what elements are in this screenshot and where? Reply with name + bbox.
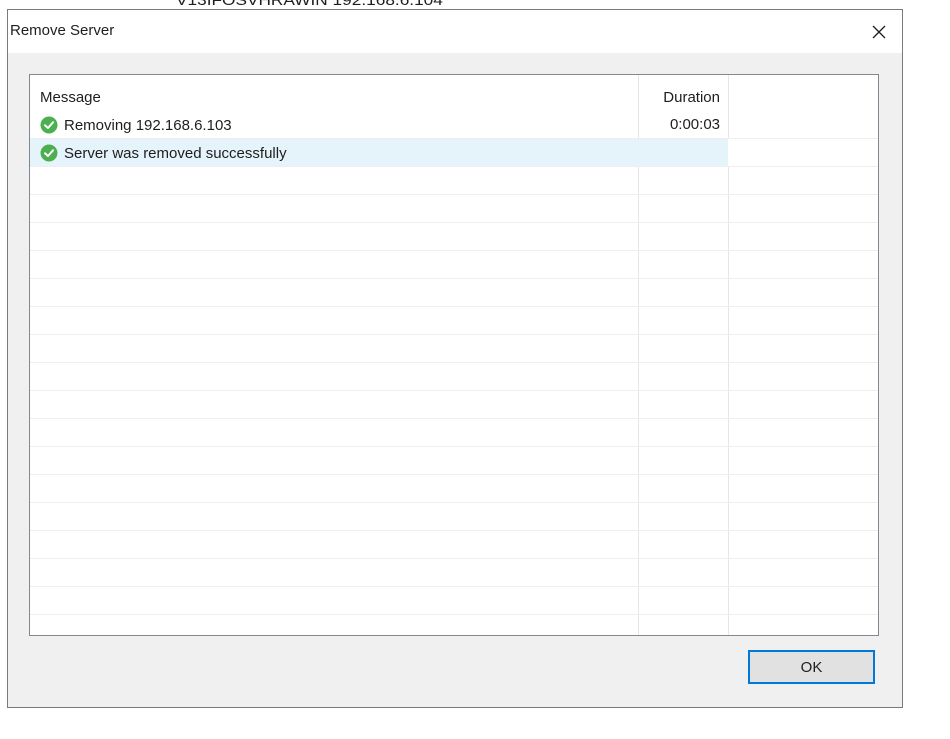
list-row[interactable]: Server was removed successfully (30, 139, 878, 167)
close-button[interactable] (856, 10, 902, 53)
empty-list-row (30, 531, 878, 559)
column-header-message[interactable]: Message (40, 89, 101, 106)
empty-list-row (30, 475, 878, 503)
success-check-icon (40, 116, 58, 134)
dialog-title: Remove Server (10, 22, 115, 39)
message-cell: Removing 192.168.6.103 (40, 116, 232, 134)
empty-list-row (30, 167, 878, 195)
empty-list-row (30, 195, 878, 223)
list-row[interactable]: Removing 192.168.6.103 0:00:03 (30, 111, 878, 139)
empty-list-row (30, 251, 878, 279)
message-list[interactable]: Message Duration Removing 192.168.6.103 0… (29, 74, 879, 636)
empty-list-row (30, 391, 878, 419)
remove-server-dialog: Remove Server Message Duration Removing … (7, 9, 903, 708)
row-empty-area (728, 139, 878, 166)
empty-list-row (30, 419, 878, 447)
message-cell: Server was removed successfully (40, 144, 287, 162)
list-header: Message Duration (30, 75, 878, 111)
empty-list-row (30, 279, 878, 307)
message-text: Removing 192.168.6.103 (64, 116, 232, 134)
empty-list-row (30, 363, 878, 391)
empty-list-row (30, 587, 878, 615)
background-window-text: V13IFOSVHRAWIN 192.168.6.104 (176, 0, 443, 9)
empty-list-row (30, 223, 878, 251)
title-bar: Remove Server (8, 10, 902, 53)
success-check-icon (40, 144, 58, 162)
duration-cell: 0:00:03 (669, 116, 720, 133)
message-text: Server was removed successfully (64, 144, 287, 162)
empty-list-row (30, 335, 878, 363)
ok-button[interactable]: OK (748, 650, 875, 684)
close-icon (872, 25, 886, 38)
empty-list-row (30, 559, 878, 587)
column-header-duration[interactable]: Duration (640, 89, 720, 106)
empty-list-row (30, 503, 878, 531)
empty-list-row (30, 307, 878, 335)
empty-list-row (30, 447, 878, 475)
